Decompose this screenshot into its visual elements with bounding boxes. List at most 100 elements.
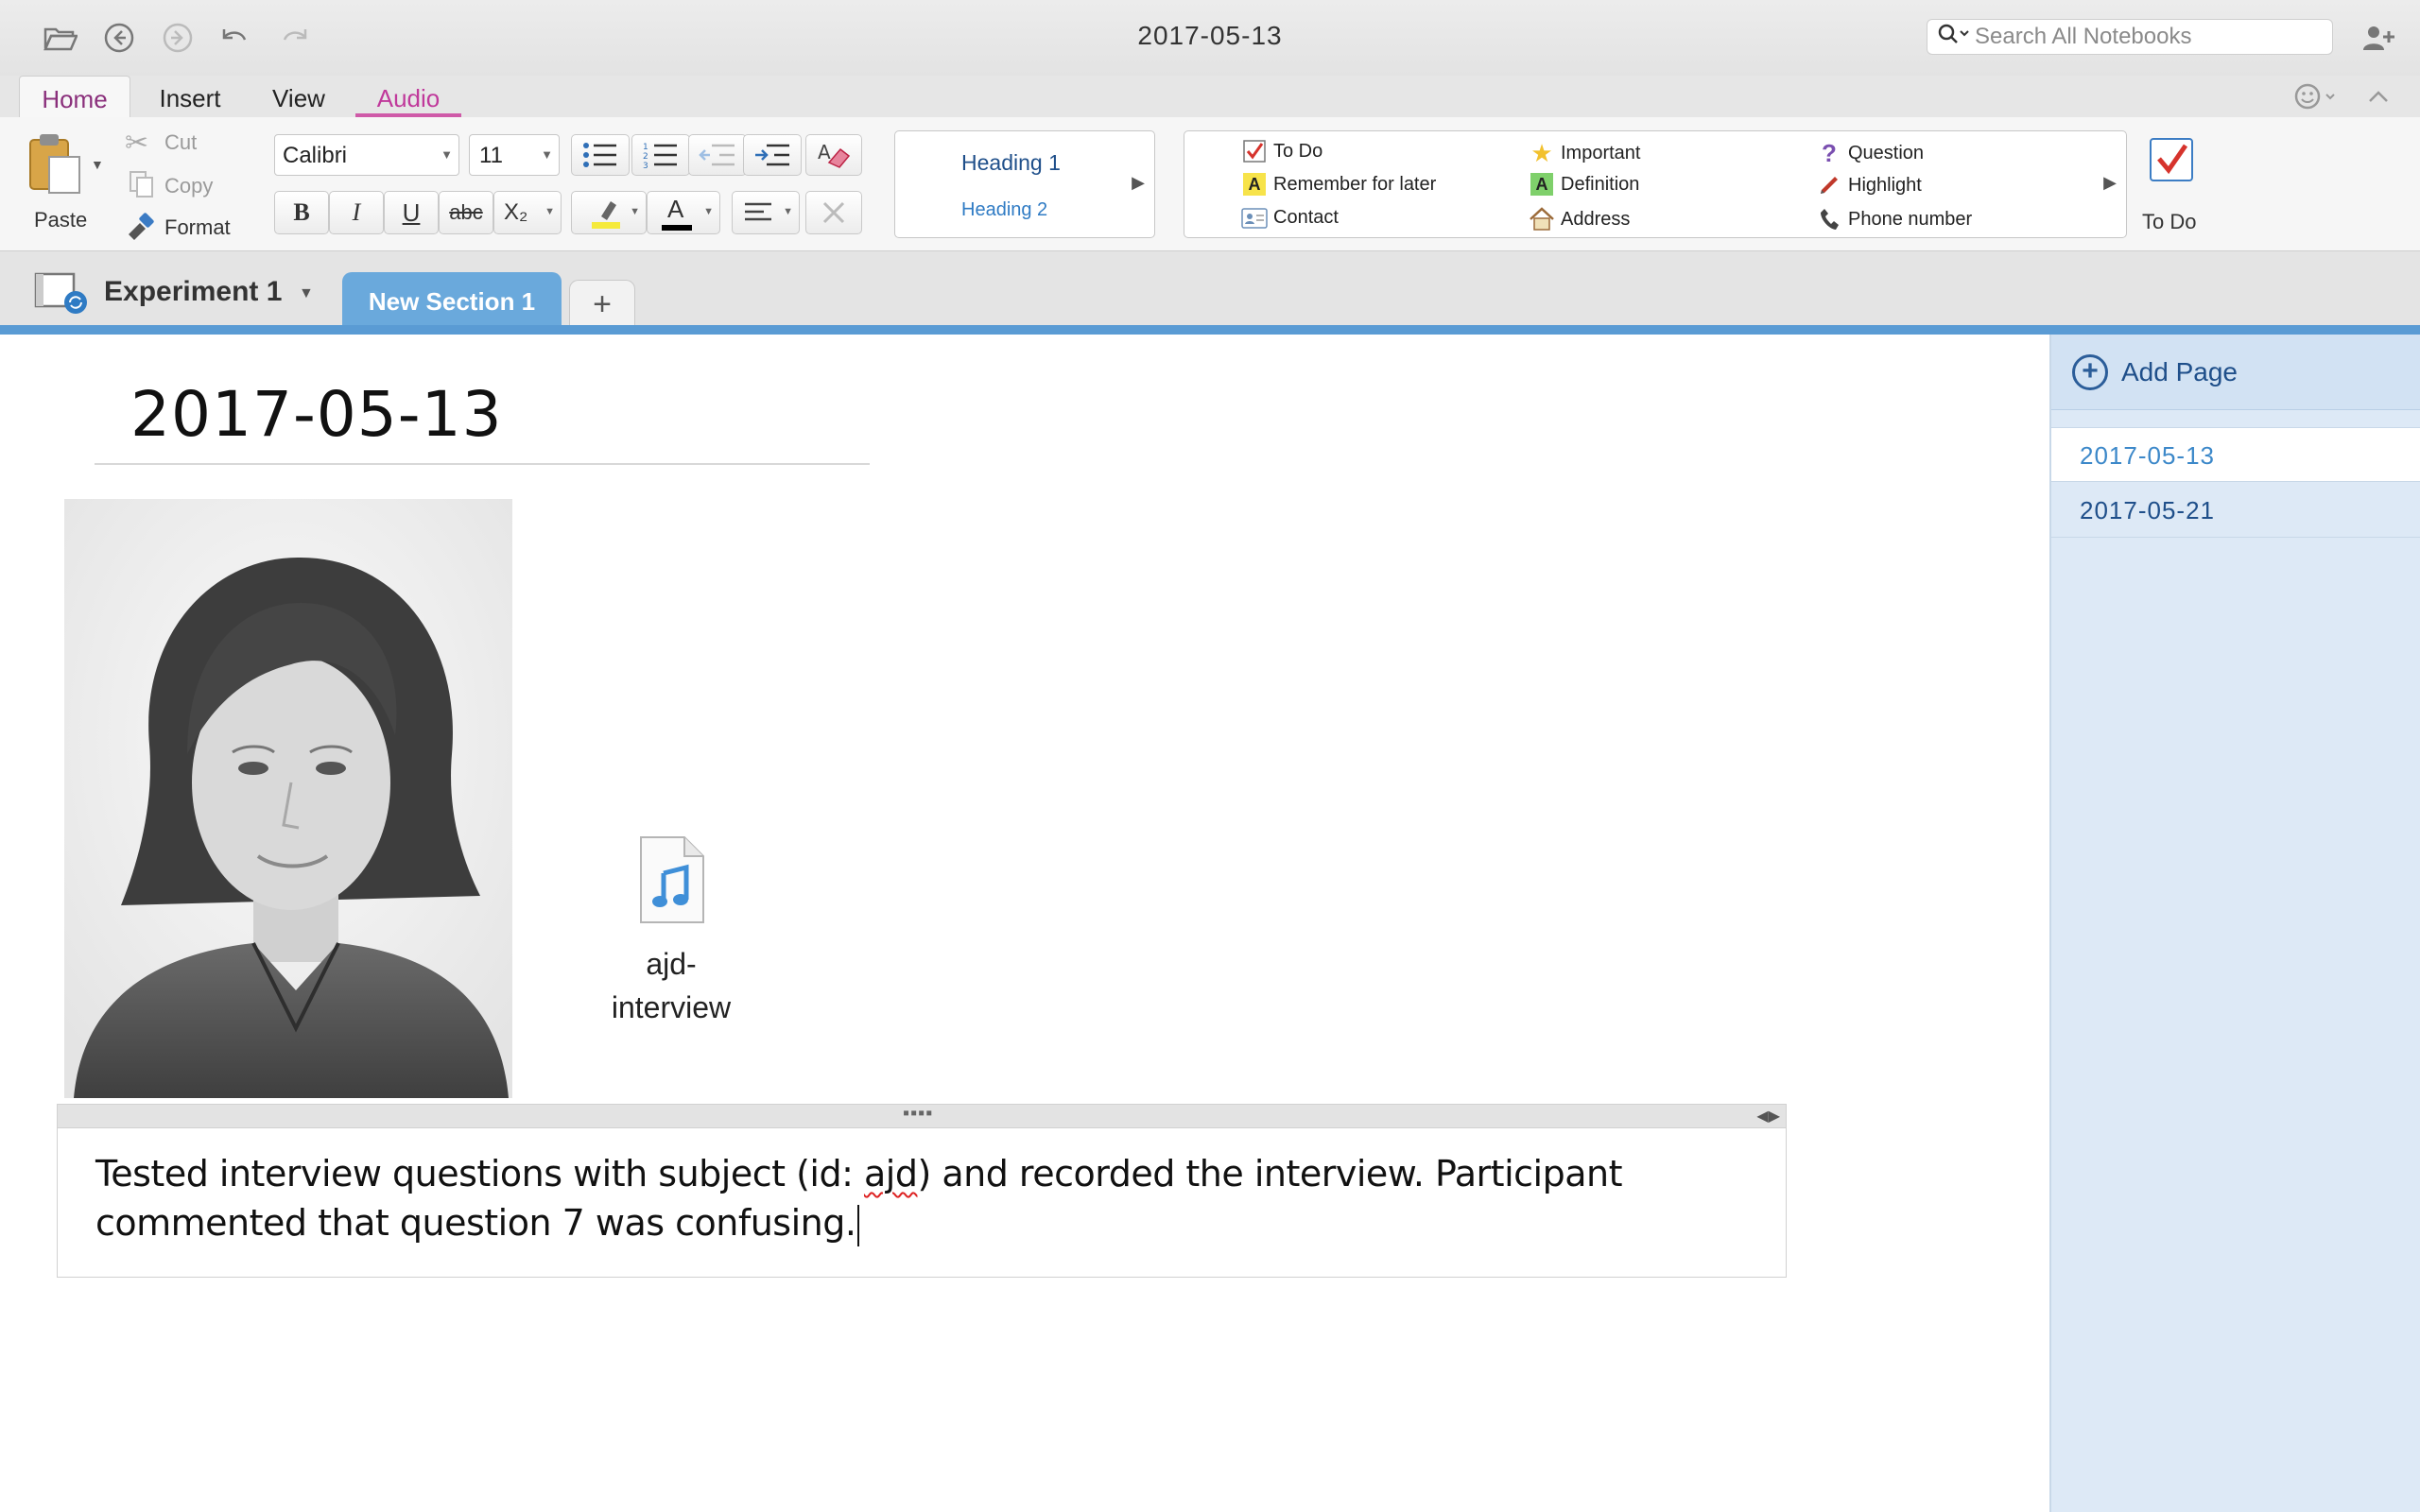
audio-attachment-caption: ajd- interview [611, 947, 732, 1024]
tag-contact[interactable]: Contact [1236, 207, 1339, 229]
style-heading-2[interactable]: Heading 2 [961, 199, 1047, 221]
tag-todo[interactable]: To Do [1236, 139, 1322, 163]
tab-home[interactable]: Home [19, 76, 130, 117]
font-size-select[interactable]: 11 ▼ [469, 134, 560, 176]
subscript-button[interactable]: X₂ ▼ [493, 191, 562, 234]
tags-more-arrow-icon[interactable]: ▶ [2103, 173, 2117, 193]
font-size-value: 11 [479, 143, 503, 168]
note-text[interactable]: Tested interview questions with subject … [95, 1149, 1759, 1247]
notebook-sync-icon [34, 272, 87, 314]
text-cursor [857, 1204, 860, 1246]
section-color-strip [0, 325, 2420, 335]
tag-remember-for-later[interactable]: A Remember for later [1236, 173, 1436, 196]
chevron-down-icon: ▼ [299, 285, 314, 301]
add-page-button[interactable]: + Add Page [2051, 335, 2420, 410]
tag-highlight[interactable]: Highlight [1810, 173, 1922, 198]
pen-icon [1810, 173, 1848, 198]
format-label: Format [164, 215, 231, 239]
cut-label: Cut [164, 130, 198, 154]
highlight-color-button[interactable]: ▼ [571, 191, 647, 234]
search-icon[interactable] [1937, 23, 1975, 51]
italic-button[interactable]: I [329, 191, 384, 234]
paintbrush-icon [125, 212, 157, 245]
resize-arrows-icon[interactable]: ◀▶ [1756, 1107, 1780, 1125]
tag-important[interactable]: ★ Important [1523, 139, 1640, 168]
clear-formatting-button[interactable]: A [805, 134, 862, 176]
title-bar: 2017-05-13 [0, 0, 2420, 76]
styles-more-arrow-icon[interactable]: ▶ [1132, 173, 1145, 193]
portrait-photo[interactable] [64, 499, 512, 1098]
star-icon: ★ [1530, 139, 1553, 167]
feedback-smiley-icon[interactable] [2291, 77, 2344, 115]
copy-icon [129, 170, 155, 203]
tag-address[interactable]: Address [1523, 207, 1630, 232]
cut-button[interactable]: ✂ Cut [125, 127, 238, 159]
bold-button[interactable]: B [274, 191, 329, 234]
increase-indent-icon [755, 144, 789, 166]
notebook-name: Experiment 1 [104, 276, 283, 307]
todo-button-label: To Do [2142, 210, 2197, 233]
numbered-list-button[interactable]: 123 [631, 134, 690, 176]
pages-pane: + Add Page 2017-05-13 2017-05-21 [2049, 335, 2420, 1512]
bulleted-list-button[interactable] [571, 134, 630, 176]
misspelled-word[interactable]: ajd [864, 1153, 918, 1194]
underline-button[interactable]: U [384, 191, 439, 234]
svg-text:2: 2 [643, 152, 648, 162]
subscript-label: X₂ [504, 199, 528, 225]
letter-a-yellow-icon: A [1236, 173, 1273, 196]
chevron-down-icon: ▼ [544, 206, 555, 217]
tag-phone-number[interactable]: Phone number [1810, 207, 1972, 232]
paste-dropdown-icon[interactable]: ▼ [91, 157, 104, 172]
question-mark-icon: ? [1822, 139, 1837, 167]
strikethrough-label: abc [449, 200, 483, 224]
format-painter-button[interactable]: Format [125, 212, 248, 244]
page-list-item[interactable]: 2017-05-21 [2051, 483, 2420, 538]
search-input[interactable] [1975, 24, 2325, 50]
tab-audio[interactable]: Audio [355, 76, 461, 117]
style-heading-1[interactable]: Heading 1 [961, 150, 1061, 176]
delete-button[interactable] [805, 191, 862, 234]
house-icon [1523, 207, 1561, 232]
tag-definition[interactable]: A Definition [1523, 173, 1639, 196]
decrease-indent-button[interactable] [688, 134, 747, 176]
todo-tag-button[interactable]: To Do [2135, 130, 2210, 238]
numbered-list-icon: 123 [643, 143, 677, 169]
chevron-down-icon: ▼ [541, 147, 553, 162]
increase-indent-button[interactable] [743, 134, 802, 176]
italic-label: I [352, 198, 361, 226]
tag-question[interactable]: ? Question [1810, 139, 1924, 168]
page-title[interactable]: 2017-05-13 [130, 378, 503, 451]
ribbon-tab-bar: Home Insert View Audio [0, 76, 2420, 117]
bold-label: B [293, 198, 310, 226]
font-name-select[interactable]: Calibri ▼ [274, 134, 459, 176]
section-tab-new-section-1[interactable]: New Section 1 [342, 272, 562, 327]
page-list-item[interactable]: 2017-05-13 [2051, 427, 2420, 482]
notebook-switcher[interactable]: Experiment 1 ▼ [32, 270, 325, 318]
svg-text:1: 1 [643, 143, 648, 152]
svg-text:3: 3 [643, 162, 648, 169]
alignment-button[interactable]: ▼ [732, 191, 800, 234]
tab-view[interactable]: View [255, 76, 342, 117]
search-box[interactable] [1927, 19, 2333, 55]
add-section-button[interactable]: + [569, 280, 635, 327]
drag-handle-icon[interactable]: ▪▪▪▪ [903, 1104, 933, 1123]
checkbox-checked-icon [1236, 139, 1273, 163]
decrease-indent-icon [699, 144, 735, 166]
add-page-label: Add Page [2121, 356, 2238, 387]
chevron-down-icon: ▼ [441, 147, 453, 162]
checkbox-checked-icon [2150, 138, 2193, 181]
copy-button[interactable]: Copy [125, 170, 238, 202]
strikethrough-button[interactable]: abc [439, 191, 493, 234]
collapse-ribbon-icon[interactable] [2360, 77, 2397, 115]
paste-button[interactable]: ▼ Paste [19, 127, 104, 240]
note-container-handle[interactable]: ▪▪▪▪ ◀▶ [57, 1104, 1787, 1128]
page-canvas[interactable]: 2017-05-13 ajd- interview ▪▪▪▪ ◀▶ Tested… [0, 335, 2049, 1512]
note-container[interactable]: Tested interview questions with subject … [57, 1128, 1787, 1278]
add-person-icon[interactable] [2360, 19, 2397, 57]
copy-label: Copy [164, 174, 214, 198]
ribbon-home: ▼ Paste ✂ Cut Copy Format Calibri ▼ 11 ▼… [0, 117, 2420, 251]
audio-attachment[interactable]: ajd- interview [586, 835, 756, 1029]
font-color-button[interactable]: A ▼ [647, 191, 720, 234]
chevron-down-icon: ▼ [703, 206, 714, 217]
tab-insert[interactable]: Insert [144, 76, 236, 117]
